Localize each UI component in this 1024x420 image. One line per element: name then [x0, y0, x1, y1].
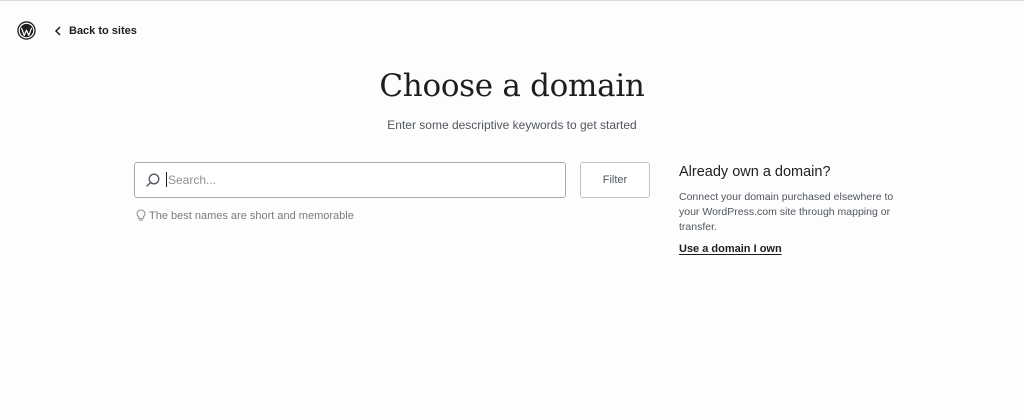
own-domain-description: Connect your domain purchased elsewhere … — [679, 191, 894, 233]
wordpress-logo-icon[interactable] — [17, 21, 36, 40]
lightbulb-icon — [136, 209, 146, 222]
search-icon — [145, 172, 161, 188]
search-hint: The best names are short and memorable — [136, 209, 354, 222]
filter-button[interactable]: Filter — [580, 162, 650, 198]
top-divider — [0, 0, 1024, 1]
back-to-sites-link[interactable]: Back to sites — [54, 22, 137, 40]
back-to-sites-label: Back to sites — [69, 25, 137, 37]
domain-search-input[interactable] — [161, 163, 565, 197]
page-title: Choose a domain — [379, 68, 645, 104]
text-cursor — [166, 172, 167, 187]
chevron-left-icon — [54, 26, 62, 36]
use-domain-i-own-link[interactable]: Use a domain I own — [679, 243, 782, 255]
own-domain-title: Already own a domain? — [679, 164, 831, 180]
search-hint-text: The best names are short and memorable — [149, 209, 354, 222]
page-subtitle: Enter some descriptive keywords to get s… — [387, 118, 637, 132]
domain-search-box[interactable] — [134, 162, 566, 198]
